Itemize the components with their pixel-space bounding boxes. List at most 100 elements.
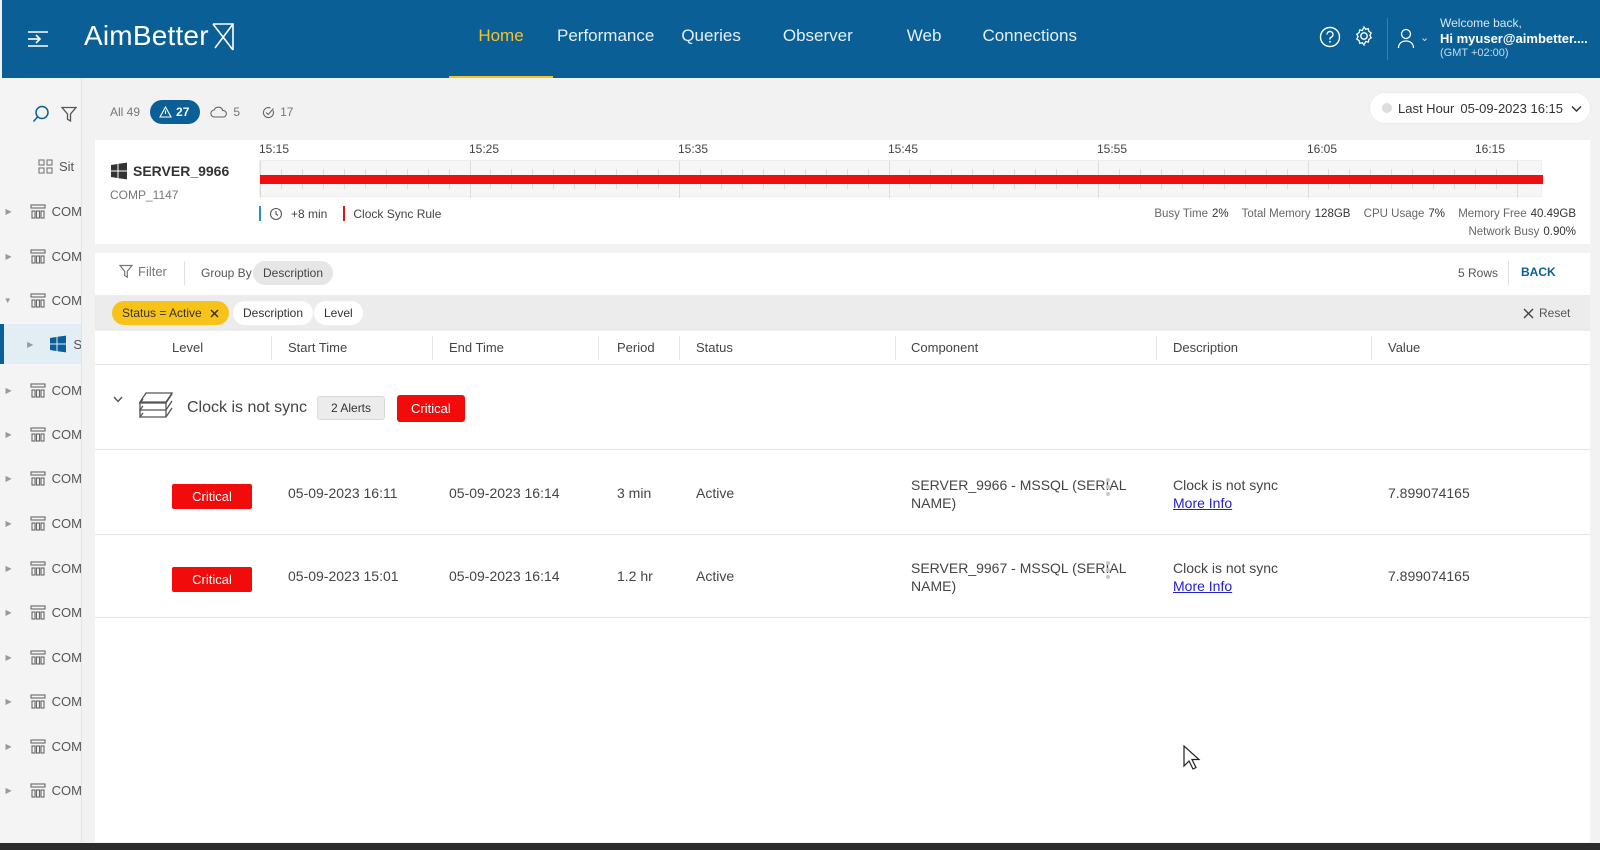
sidebar-item-computer[interactable]: ▶ COM	[0, 414, 82, 454]
sidebar-item-label: COM	[51, 470, 82, 486]
alert-group-row[interactable]: Clock is not sync 2 Alerts Critical	[95, 366, 1590, 450]
description-cell: Clock is not sync More Info	[1173, 559, 1278, 595]
stat-busy-value: 2%	[1212, 208, 1229, 220]
user-info[interactable]: Welcome back, Hi myuser@aimbetter.... (G…	[1440, 16, 1588, 61]
status-cell: Active	[696, 568, 735, 584]
column-component[interactable]: Component	[911, 331, 978, 365]
server-name[interactable]: SERVER_9966	[110, 162, 229, 180]
filter-icon[interactable]	[60, 106, 78, 128]
column-value[interactable]: Value	[1388, 331, 1420, 365]
caret-right-icon[interactable]: ▶	[0, 564, 12, 573]
column-level[interactable]: Level	[172, 331, 203, 365]
column-description[interactable]: Description	[1173, 331, 1238, 365]
clock-sync-event-bar[interactable]	[260, 175, 1543, 184]
caret-right-icon[interactable]: ▶	[0, 519, 12, 528]
computer-group-icon	[30, 649, 46, 665]
sidebar-item-computer[interactable]: ▶ COM	[0, 681, 82, 721]
caret-right-icon[interactable]: ▶	[0, 207, 12, 216]
back-button[interactable]: BACK	[1521, 265, 1556, 279]
sidebar-item-label: S	[73, 336, 82, 352]
status-cell: Active	[696, 485, 735, 501]
chevron-down-icon[interactable]	[113, 394, 123, 406]
nav-home[interactable]: Home	[449, 0, 553, 78]
more-options-icon[interactable]	[1106, 561, 1110, 582]
column-divider	[1156, 336, 1157, 360]
caret-right-icon[interactable]: ▶	[0, 608, 12, 617]
timeline-axis: 15:15 15:25 15:35 15:45 15:55 16:05 16:15	[95, 140, 1590, 160]
column-end-time[interactable]: End Time	[449, 331, 504, 365]
filter-all[interactable]: All 49	[110, 105, 140, 119]
expand-menu-icon[interactable]	[26, 27, 52, 51]
sidebar-item-computer[interactable]: ▶ COM	[0, 503, 82, 543]
timeline-track[interactable]	[259, 160, 1543, 198]
help-icon[interactable]	[1319, 26, 1341, 53]
caret-right-icon[interactable]: ▶	[0, 386, 12, 395]
filter-alerts-active[interactable]: 27	[150, 100, 201, 124]
table-row[interactable]: Critical 05-09-2023 15:01 05-09-2023 16:14…	[95, 534, 1590, 618]
sidebar-item-computer[interactable]: ▼ COM	[0, 280, 81, 320]
nav-observer[interactable]: Observer	[783, 0, 853, 78]
caret-right-icon[interactable]: ▶	[0, 653, 12, 662]
column-divider	[679, 336, 680, 360]
sidebar-item-computer[interactable]: ▶ COM	[0, 370, 82, 410]
value-cell: 7.899074165	[1388, 568, 1470, 584]
caret-right-icon[interactable]: ▶	[0, 786, 12, 795]
nav-performance[interactable]: Performance	[553, 0, 658, 78]
column-start-time[interactable]: Start Time	[288, 331, 347, 365]
user-menu-chevron-icon[interactable]: ⌄	[1420, 31, 1429, 44]
time-range-selector[interactable]: Last Hour 05-09-2023 16:15	[1370, 93, 1590, 123]
sidebar-item-computer[interactable]: ▶ COM	[0, 191, 82, 231]
caret-right-icon[interactable]: ▶	[0, 430, 12, 439]
nav-queries[interactable]: Queries	[681, 0, 741, 78]
search-icon[interactable]	[32, 105, 50, 128]
description-filter-chip[interactable]: Description	[233, 301, 314, 325]
time-range-label: Last Hour	[1398, 100, 1455, 116]
caret-right-icon[interactable]: ▶	[0, 697, 12, 706]
caret-right-icon[interactable]: ▶	[0, 742, 12, 751]
stat-memory-value: 128GB	[1314, 208, 1351, 220]
sidebar-item-computer[interactable]: ▶ COM	[0, 770, 82, 810]
welcome-text: Welcome back,	[1440, 16, 1522, 30]
sidebar-item-computer[interactable]: ▶ COM	[0, 637, 82, 677]
caret-down-icon[interactable]: ▼	[0, 296, 12, 305]
taskbar-strip	[0, 843, 1600, 850]
nav-web[interactable]: Web	[907, 0, 942, 78]
caret-right-icon[interactable]: ▶	[4, 340, 33, 349]
close-icon[interactable]	[210, 308, 219, 318]
aimbetter-logo[interactable]: AimBetter	[84, 20, 237, 52]
column-period[interactable]: Period	[617, 331, 655, 365]
sidebar-item-label: COM	[51, 426, 82, 442]
filter-button[interactable]: Filter	[119, 264, 167, 279]
sidebar-item-server[interactable]: ▶ S	[0, 324, 82, 364]
sidebar-item-label: COM	[51, 515, 82, 531]
group-by-label: Group By	[201, 266, 252, 280]
more-info-link[interactable]: More Info	[1173, 577, 1278, 595]
timeline-tick-label: 15:55	[1097, 142, 1128, 156]
sidebar-item-computer[interactable]: ▶ COM	[0, 726, 82, 766]
sidebar-item-computer[interactable]: ▶ COM	[0, 548, 82, 588]
more-info-link[interactable]: More Info	[1173, 494, 1278, 512]
caret-right-icon[interactable]: ▶	[0, 474, 12, 483]
group-by-chip[interactable]: Description	[253, 261, 334, 285]
computer-group-icon	[30, 604, 46, 620]
nav-connections[interactable]: Connections	[982, 0, 1077, 78]
column-divider	[895, 336, 896, 360]
more-options-icon[interactable]	[1106, 478, 1110, 499]
filter-resolved[interactable]: 17	[262, 105, 293, 119]
settings-gear-icon[interactable]	[1353, 25, 1375, 52]
column-status[interactable]: Status	[696, 331, 733, 365]
filter-cloud[interactable]: 5	[210, 105, 240, 119]
user-icon[interactable]	[1397, 27, 1415, 54]
sidebar-item-site[interactable]: Sit	[0, 146, 81, 186]
sidebar-item-computer[interactable]: ▶ COM	[0, 458, 82, 498]
table-row[interactable]: Critical 05-09-2023 16:11 05-09-2023 16:14…	[95, 451, 1590, 535]
reset-button[interactable]: Reset	[1523, 306, 1570, 320]
sidebar-item-computer[interactable]: ▶ COM	[0, 236, 82, 276]
sidebar-item-computer[interactable]: ▶ COM	[0, 592, 82, 632]
level-filter-chip[interactable]: Level	[314, 301, 363, 325]
caret-right-icon[interactable]: ▶	[0, 252, 12, 261]
top-bar: AimBetter Home Performance Queries Obser…	[2, 0, 1600, 78]
component-cell: SERVER_9966 - MSSQL (SERIAL NAME)	[911, 476, 1127, 512]
status-filter-chip[interactable]: Status = Active	[112, 301, 229, 325]
stat-busy-label: Busy Time	[1154, 208, 1208, 220]
